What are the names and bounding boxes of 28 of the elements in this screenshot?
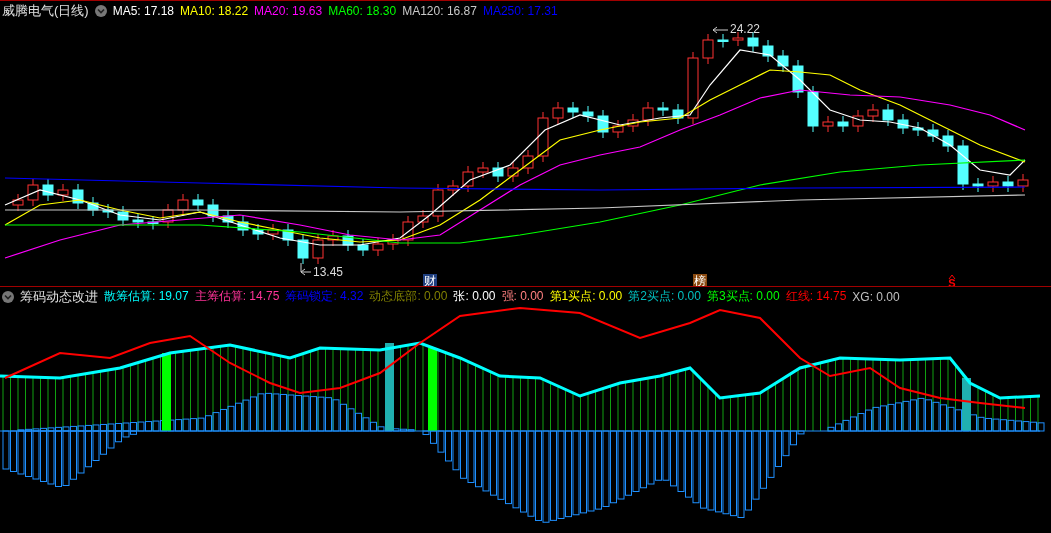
- price-label: 13.45: [313, 265, 344, 279]
- indicator-value: 第2买点: 0.00: [628, 288, 701, 305]
- indicator-value: MA250: 17.31: [482, 3, 558, 18]
- indicator-value: 筹码锁定: 4.32: [285, 288, 364, 305]
- leader-line: [300, 262, 312, 276]
- chart-title: 筹码动态改进: [20, 287, 98, 306]
- marker-tag[interactable]: 财: [423, 274, 437, 286]
- indicator-value: 张: 0.00: [453, 288, 496, 305]
- indicator-value: MA120: 16.87: [402, 3, 477, 18]
- indicator-value: 动态底部: 0.00: [369, 288, 448, 305]
- indicator-value: MA5: 17.18: [112, 3, 175, 18]
- dropdown-icon[interactable]: [2, 290, 14, 303]
- indicator-value: 强: 0.00: [501, 288, 544, 305]
- leader-line: [712, 26, 729, 34]
- chart-title: 威腾电气(日线): [2, 1, 89, 20]
- indicator-value: MA20: 19.63: [254, 3, 323, 18]
- indicator-value: 第1买点: 0.00: [549, 288, 623, 305]
- marker-tag[interactable]: 榜: [693, 274, 707, 286]
- indicator-value: MA60: 18.30: [328, 3, 397, 18]
- indicator-value: MA10: 18.22: [180, 3, 249, 18]
- indicator-value: 第3买点: 0.00: [706, 288, 780, 305]
- dropdown-icon[interactable]: [94, 4, 107, 17]
- highlight-bar: [962, 378, 971, 431]
- price-label: 24.22: [730, 22, 761, 36]
- indicator-value: 红线: 14.75: [785, 288, 847, 305]
- indicator-value: 散筹估算: 19.07: [104, 288, 189, 305]
- indicator-value: 主筹估算: 14.75: [194, 288, 280, 305]
- indicator-value: XG: 0.00: [852, 289, 900, 304]
